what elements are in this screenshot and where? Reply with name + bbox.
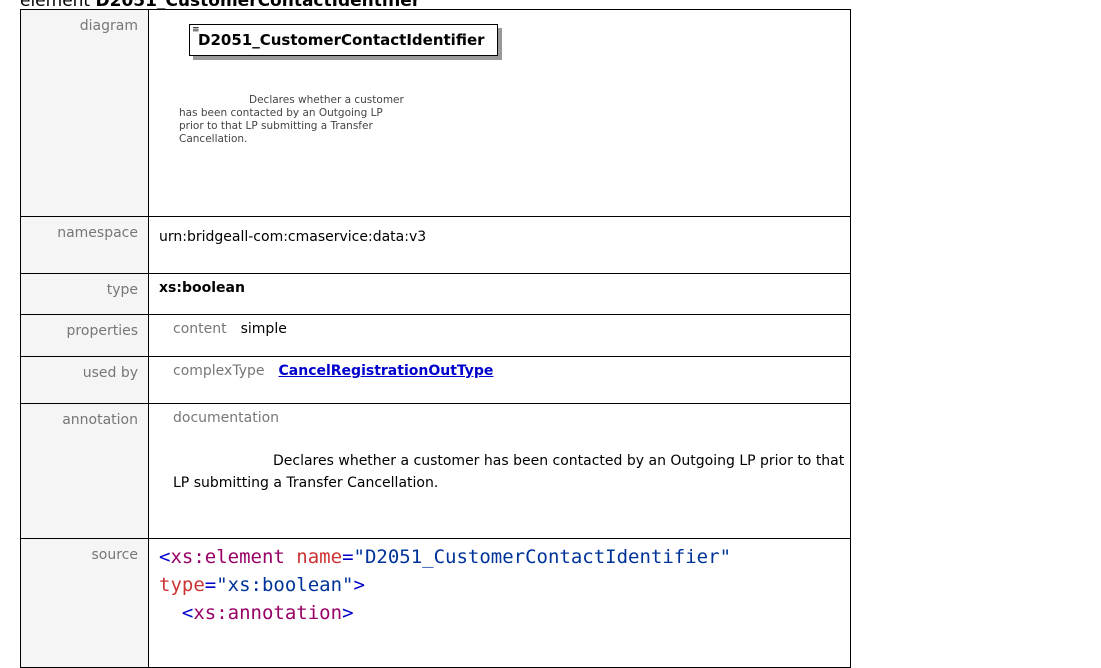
source-attr-type: type	[159, 574, 205, 596]
cancel-registration-out-type-link[interactable]: CancelRegistrationOutType	[279, 363, 494, 379]
source-attr-name: name	[296, 546, 343, 568]
diagram-element-name: D2051_CustomerContactIdentifier	[198, 31, 485, 49]
source-tag-annotation: xs:annotation	[193, 602, 343, 624]
row-diagram: diagram ≡ D2051_CustomerContactIdentifie…	[20, 9, 851, 217]
row-used-by: used by complexType CancelRegistrationOut…	[20, 356, 851, 404]
label-namespace: namespace	[20, 216, 149, 274]
annotation-key: documentation	[173, 410, 280, 426]
element-list-icon: ≡	[192, 25, 200, 35]
annotation-documentation: Declares whether a customer has been con…	[173, 453, 845, 491]
label-diagram: diagram	[20, 9, 149, 217]
used-by-key: complexType	[173, 363, 265, 379]
properties-key: content	[173, 321, 227, 337]
row-properties: properties content simple	[20, 314, 851, 357]
label-type: type	[20, 273, 149, 315]
source-value-type: "xs:boolean"	[216, 574, 354, 596]
source-tag-element: xs:element	[170, 546, 285, 568]
diagram-element-box[interactable]: ≡ D2051_CustomerContactIdentifier	[189, 24, 498, 56]
row-annotation: annotation documentation Declares whethe…	[20, 403, 851, 539]
type-value: xs:boolean	[159, 280, 245, 296]
label-source: source	[20, 538, 149, 668]
diagram-documentation: Declares whether a customer has been con…	[179, 94, 404, 145]
label-used-by: used by	[20, 356, 149, 404]
row-source: source <xs:element name="D2051_CustomerC…	[20, 538, 851, 668]
diagram: ≡ D2051_CustomerContactIdentifier Declar…	[179, 20, 569, 190]
row-namespace: namespace urn:bridgeall-com:cmaservice:d…	[20, 216, 851, 274]
row-type: type xs:boolean	[20, 273, 851, 315]
label-annotation: annotation	[20, 403, 149, 539]
namespace-value: urn:bridgeall-com:cmaservice:data:v3	[159, 229, 427, 245]
properties-value: simple	[240, 321, 287, 337]
diagram-cell: ≡ D2051_CustomerContactIdentifier Declar…	[148, 9, 851, 217]
label-properties: properties	[20, 314, 149, 357]
element-doc-table: diagram ≡ D2051_CustomerContactIdentifie…	[20, 9, 851, 668]
source-value-name: "D2051_CustomerContactIdentifier"	[353, 546, 732, 568]
source-code: <xs:element name="D2051_CustomerContactI…	[159, 546, 732, 624]
